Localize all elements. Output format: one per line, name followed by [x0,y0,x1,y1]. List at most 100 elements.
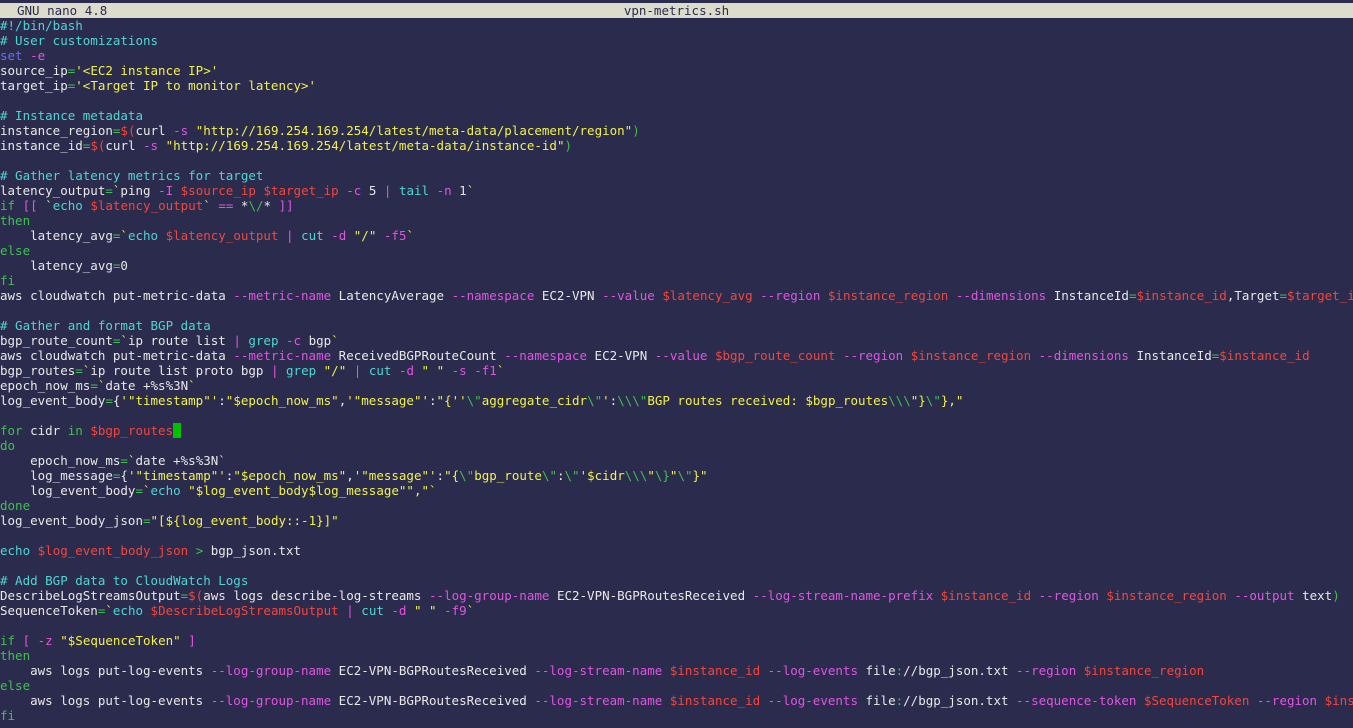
code-token-plain [346,363,354,378]
code-token-comment: # Add BGP data to CloudWatch Logs [0,573,248,588]
code-token-esc: \\\ [888,393,911,408]
code-line[interactable]: aws cloudwatch put-metric-data --metric-… [0,348,1353,363]
code-token-var: $latency_output [90,198,203,213]
code-token-str: "http://169.254.169.254/latest/meta-data… [196,123,633,138]
code-token-flag: --region [843,348,903,363]
code-token-plain [1031,588,1039,603]
code-line[interactable]: epoch_now_ms=`date +%s%3N` [0,453,1353,468]
code-line[interactable]: log_event_body_json="[${log_event_body::… [0,513,1353,528]
code-token-cmd: echo [151,483,181,498]
code-token-plain [30,633,38,648]
code-line[interactable]: log_message={'"timestamp"':"$epoch_now_m… [0,468,1353,483]
code-token-var: $target_ip [1287,288,1353,303]
code-line[interactable]: log_event_body=`echo "$log_event_body$lo… [0,483,1353,498]
code-token-plain: curl [135,123,173,138]
code-line[interactable]: bgp_routes=`ip route list proto bgp | gr… [0,363,1353,378]
code-line[interactable]: # Instance metadata [0,108,1353,123]
code-token-cmd: tail [399,183,429,198]
code-line[interactable]: # Gather and format BGP data [0,318,1353,333]
code-line[interactable]: set -e [0,48,1353,63]
code-line[interactable]: instance_id=$(curl -s "http://169.254.16… [0,138,1353,153]
code-token-esc: \" [467,393,482,408]
code-line[interactable]: else [0,678,1353,693]
code-token-plain: source_ip [0,63,68,78]
code-token-str: "{' [437,393,460,408]
code-token-plain: file [858,693,896,708]
code-line[interactable]: aws cloudwatch put-metric-data --metric-… [0,288,1353,303]
code-token-plain [444,363,452,378]
code-token-plain [188,123,196,138]
code-token-str: ` [497,363,505,378]
code-token-flag: -e [30,48,45,63]
editor-buffer[interactable]: #!/bin/bash# User customizationsset -eso… [0,18,1353,728]
code-line[interactable]: source_ip='<EC2 instance IP>' [0,63,1353,78]
code-line[interactable]: log_event_body={'"timestamp"':"$epoch_no… [0,393,1353,408]
code-line[interactable]: # Add BGP data to CloudWatch Logs [0,573,1353,588]
code-line[interactable]: # Gather latency metrics for target [0,168,1353,183]
code-line[interactable] [0,153,1353,168]
code-token-str: '"timestamp"' [120,393,218,408]
code-token-plain: * [233,198,248,213]
code-line[interactable]: then [0,648,1353,663]
code-line[interactable]: fi [0,708,1353,723]
code-token-str: aggregate_cidr [482,393,587,408]
code-token-plain: InstanceId [1046,288,1129,303]
code-token-esc: \" [459,468,474,483]
code-line[interactable] [0,618,1353,633]
code-line[interactable]: echo $log_event_body_json > bgp_json.txt [0,543,1353,558]
code-line[interactable] [0,303,1353,318]
code-line[interactable]: if [ -z "$SequenceToken" ] [0,633,1353,648]
code-token-cmd: echo [113,603,143,618]
code-line[interactable]: do [0,438,1353,453]
code-token-plain [391,363,399,378]
code-token-plain: : [429,393,437,408]
code-token-plain [1031,348,1039,363]
code-line[interactable]: aws logs put-log-events --log-group-name… [0,663,1353,678]
code-line[interactable]: if [[ `echo $latency_output` == *\/* ]] [0,198,1353,213]
code-line[interactable] [0,93,1353,108]
code-line[interactable]: aws logs put-log-events --log-group-name… [0,693,1353,708]
code-line[interactable]: fi [0,273,1353,288]
code-line[interactable]: then [0,213,1353,228]
code-token-kw: else [0,243,30,258]
code-token-pipe: | [233,333,241,348]
code-line[interactable] [0,408,1353,423]
code-token-str: ' [459,393,467,408]
code-line[interactable]: DescribeLogStreamsOutput=$(aws logs desc… [0,588,1353,603]
code-line[interactable]: for cidr in $bgp_routes [0,423,1353,438]
code-token-plain [158,138,166,153]
code-line[interactable]: epoch_now_ms=`date +%s%3N` [0,378,1353,393]
code-token-comment: # User customizations [0,33,158,48]
code-token-var: $( [188,588,203,603]
code-line[interactable]: latency_output=`ping -I $source_ip $targ… [0,183,1353,198]
code-token-var: $instance_region [1106,588,1226,603]
code-token-esc: \\ [617,393,632,408]
code-token-str: '$cidr [580,468,625,483]
code-line[interactable]: else [0,243,1353,258]
code-line[interactable]: SequenceToken=`echo $DescribeLogStreamsO… [0,603,1353,618]
code-token-plain: ip route list [128,333,233,348]
code-token-plain [391,183,399,198]
code-line[interactable] [0,528,1353,543]
code-line[interactable]: done [0,498,1353,513]
code-token-comment: # Gather latency metrics for target [0,168,263,183]
code-line[interactable]: latency_avg=0 [0,258,1353,273]
code-line[interactable]: instance_region=$(curl -s "http://169.25… [0,123,1353,138]
code-token-flag: -s [173,123,188,138]
code-token-op: = [1280,288,1288,303]
code-token-flag: --log-group-name [429,588,549,603]
code-token-plain [15,198,23,213]
code-line[interactable] [0,558,1353,573]
code-token-plain: date +%s%3N [105,378,188,393]
code-token-plain: { [120,468,128,483]
code-token-flag: ] [188,633,196,648]
code-line[interactable]: bgp_route_count=`ip route list | grep -c… [0,333,1353,348]
code-line[interactable]: latency_avg=`echo $latency_output | cut … [0,228,1353,243]
code-token-flag: --output [1234,588,1294,603]
code-line[interactable]: # User customizations [0,33,1353,48]
code-line[interactable]: target_ip='<Target IP to monitor latency… [0,78,1353,93]
code-token-cmd: grep [248,333,278,348]
code-line[interactable]: #!/bin/bash [0,18,1353,33]
code-token-plain [316,363,324,378]
code-token-flag: -c [286,333,301,348]
